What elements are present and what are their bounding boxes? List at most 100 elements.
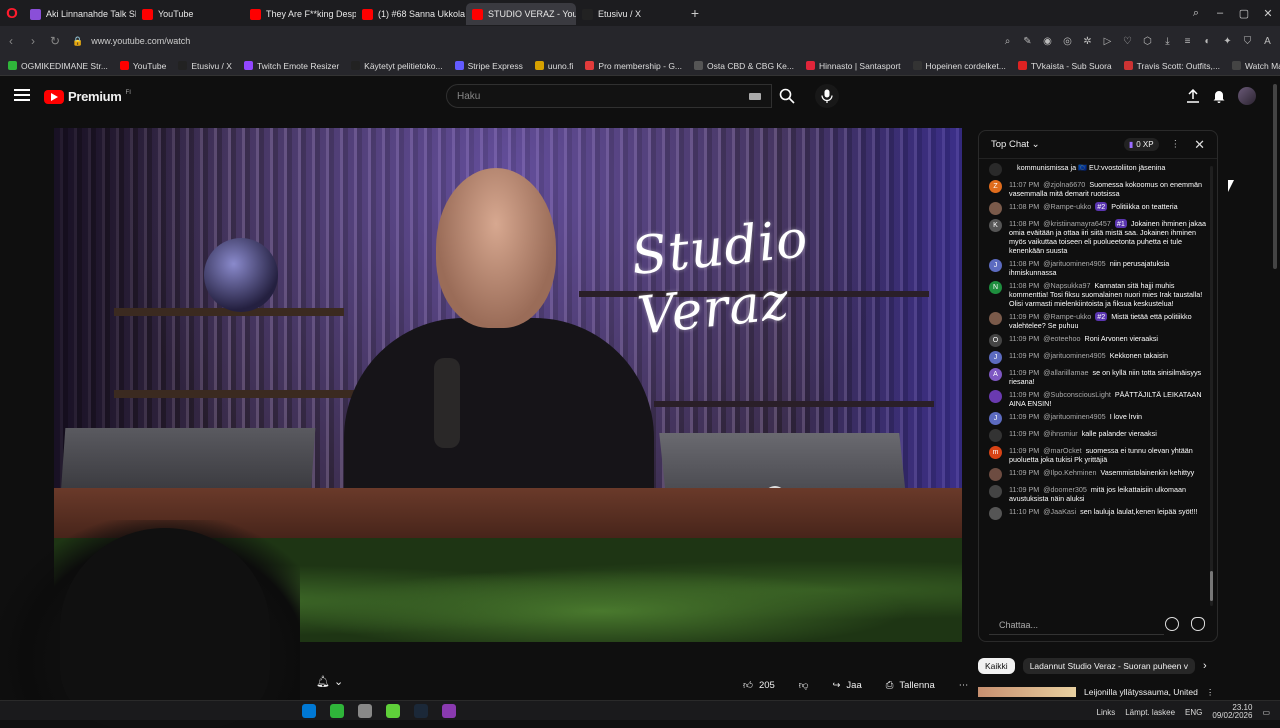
- chat-input[interactable]: Chattaa...: [989, 615, 1164, 635]
- notifications-icon[interactable]: ▭: [1262, 708, 1270, 717]
- more-actions-button[interactable]: ⋯: [951, 676, 977, 695]
- bookmark-item[interactable]: uuno.fi: [534, 61, 573, 71]
- account-avatar[interactable]: [1238, 87, 1256, 105]
- maximize-button[interactable]: ▢: [1232, 7, 1256, 20]
- bookmark-item[interactable]: YouTube: [119, 61, 166, 71]
- menu-icon[interactable]: [14, 89, 30, 101]
- settings-icon[interactable]: ✲: [1079, 30, 1096, 52]
- chat-avatar[interactable]: [989, 390, 1002, 403]
- chat-username[interactable]: @zjolna6670: [1043, 180, 1085, 189]
- page-scrollbar[interactable]: [1273, 84, 1277, 269]
- search-input[interactable]: Haku: [446, 84, 772, 108]
- chat-message[interactable]: 11:10 PM @JaaKasi sen lauluja laulat,kenen…: [989, 507, 1211, 520]
- bookmark-item[interactable]: TVkaista - Sub Suora: [1017, 61, 1112, 71]
- chat-message[interactable]: A 11:09 PM @allariillamae se on kyllä niin …: [989, 368, 1211, 386]
- chat-avatar[interactable]: J: [989, 351, 1002, 364]
- chat-username[interactable]: @JaaKasi: [1043, 507, 1076, 516]
- chat-username[interactable]: @doomer305: [1043, 485, 1087, 494]
- settings-icon[interactable]: [358, 704, 372, 718]
- app-icon[interactable]: [442, 704, 456, 718]
- camera-icon[interactable]: ◉: [1039, 30, 1056, 52]
- chat-avatar[interactable]: J: [989, 259, 1002, 272]
- chat-username[interactable]: @Napsukka97: [1043, 281, 1090, 290]
- recommended-video[interactable]: Leijonilla yllätyssauma, United ⋮: [978, 687, 1214, 698]
- notification-bell-dropdown[interactable]: 🔔︎ ⌄: [316, 675, 343, 688]
- chat-username[interactable]: @jarituominen4905: [1043, 412, 1105, 421]
- chat-avatar[interactable]: A: [989, 368, 1002, 381]
- chat-avatar[interactable]: [989, 468, 1002, 481]
- cube-icon[interactable]: ⬡: [1139, 30, 1156, 52]
- chat-avatar[interactable]: J: [989, 412, 1002, 425]
- links-label[interactable]: Links: [1097, 708, 1116, 717]
- chat-avatar[interactable]: [989, 507, 1002, 520]
- bookmark-item[interactable]: OGMIKEDIMANE Str...: [8, 61, 108, 71]
- more-icon[interactable]: ⋮: [1206, 687, 1215, 698]
- chat-username[interactable]: @ihnsmiur: [1043, 429, 1077, 438]
- chat-scrollbar[interactable]: [1210, 166, 1213, 606]
- xp-badge[interactable]: ▮ 0 XP: [1123, 138, 1159, 151]
- xbox-icon[interactable]: [330, 704, 344, 718]
- chat-message[interactable]: 11:09 PM @doomer305 mitä jos leikattaisiin…: [989, 485, 1211, 503]
- notifications-bell-icon[interactable]: [1212, 89, 1226, 103]
- chat-message[interactable]: J 11:09 PM @jarituominen4905 I love lrvin: [989, 412, 1211, 425]
- chat-message[interactable]: O 11:09 PM @eoteehoo Roni Arvonen vieraaksi: [989, 334, 1211, 347]
- upload-icon[interactable]: [1186, 89, 1200, 103]
- download-icon[interactable]: ⤓: [1159, 30, 1176, 52]
- chat-avatar[interactable]: [989, 163, 1002, 176]
- search-icon[interactable]: ⌕: [999, 30, 1016, 52]
- chat-message[interactable]: J 11:08 PM @jarituominen4905 niin perusajat…: [989, 259, 1211, 277]
- bookmark-item[interactable]: Stripe Express: [454, 61, 523, 71]
- bookmark-item[interactable]: Hinnasto | Santasport: [805, 61, 901, 71]
- browser-tab[interactable]: They Are F**king Desperat: [244, 3, 356, 25]
- back-icon[interactable]: ‹: [0, 34, 22, 48]
- chevron-right-icon[interactable]: ›: [1203, 660, 1207, 672]
- shield-icon[interactable]: ⛉: [1239, 30, 1256, 52]
- chat-message[interactable]: kommunismissa ja 🇪🇺 EU:vvostoliiton jäse…: [989, 163, 1211, 176]
- chat-username[interactable]: @SubconsciousLight: [1043, 390, 1111, 399]
- chat-username[interactable]: @Ilpo.Kehminen: [1043, 468, 1096, 477]
- chat-avatar[interactable]: K: [989, 219, 1002, 232]
- chat-username[interactable]: @jarituominen4905: [1043, 259, 1105, 268]
- bookmark-item[interactable]: Hopeinen cordelket...: [912, 61, 1006, 71]
- chat-username[interactable]: @marOcket: [1043, 446, 1081, 455]
- heart-icon[interactable]: ♡: [1119, 30, 1136, 52]
- chat-mode-dropdown[interactable]: Top Chat ⌄: [991, 139, 1040, 150]
- browser-tab[interactable]: Etusivu / X: [576, 3, 684, 25]
- chat-message[interactable]: Z 11:07 PM @zjolna6670 Suomessa kokoomus on…: [989, 180, 1211, 198]
- ai-icon[interactable]: A: [1259, 30, 1276, 52]
- bookmark-item[interactable]: Etusivu / X: [178, 61, 232, 71]
- weather-text[interactable]: Lämpt. laskee: [1125, 708, 1175, 717]
- chat-scroll-thumb[interactable]: [1210, 571, 1213, 601]
- bookmark-item[interactable]: Watch Marvel's Luk...: [1231, 61, 1280, 71]
- game-icon[interactable]: [386, 704, 400, 718]
- heart-icon[interactable]: [1191, 617, 1205, 631]
- voice-search-button[interactable]: [815, 84, 839, 108]
- forward-icon[interactable]: ›: [22, 34, 44, 48]
- extension-icon[interactable]: ◎: [1059, 30, 1076, 52]
- share-button[interactable]: ↪ Jaa: [824, 676, 869, 695]
- chat-avatar[interactable]: Z: [989, 180, 1002, 193]
- chat-avatar[interactable]: [989, 429, 1002, 442]
- steam-icon[interactable]: [414, 704, 428, 718]
- chat-avatar[interactable]: [989, 202, 1002, 215]
- keyboard-icon[interactable]: [749, 93, 761, 100]
- chat-username[interactable]: @kristiinamayra6457: [1043, 219, 1111, 228]
- chat-avatar[interactable]: [989, 312, 1002, 325]
- profile-icon[interactable]: ◐: [1199, 30, 1216, 52]
- chat-username[interactable]: @allariillamae: [1043, 368, 1088, 377]
- new-tab-button[interactable]: +: [684, 5, 706, 21]
- chat-message[interactable]: 11:09 PM @Rampe-ukko #2 Mistä tietää että p…: [989, 312, 1211, 330]
- chat-more-icon[interactable]: ⋮: [1171, 139, 1181, 150]
- bookmark-item[interactable]: Travis Scott: Outfits,...: [1123, 61, 1220, 71]
- bookmark-item[interactable]: Osta CBD & CBG Ke...: [694, 61, 794, 71]
- list-icon[interactable]: ≡: [1179, 30, 1196, 52]
- play-icon[interactable]: ▷: [1099, 30, 1116, 52]
- chat-username[interactable]: @Rampe-ukko: [1043, 312, 1091, 321]
- browser-tab[interactable]: YouTube: [136, 3, 244, 25]
- chat-username[interactable]: @eoteehoo: [1043, 334, 1080, 343]
- url-field[interactable]: 🔒 www.youtube.com/watch: [72, 36, 190, 47]
- clock[interactable]: 23.10 09/02/2026: [1212, 704, 1252, 720]
- opera-logo-icon[interactable]: O: [0, 0, 24, 26]
- bookmark-item[interactable]: Twitch Emote Resizer: [243, 61, 339, 71]
- chat-message[interactable]: 11:09 PM @Ilpo.Kehminen Vasemmistolainenki…: [989, 468, 1211, 481]
